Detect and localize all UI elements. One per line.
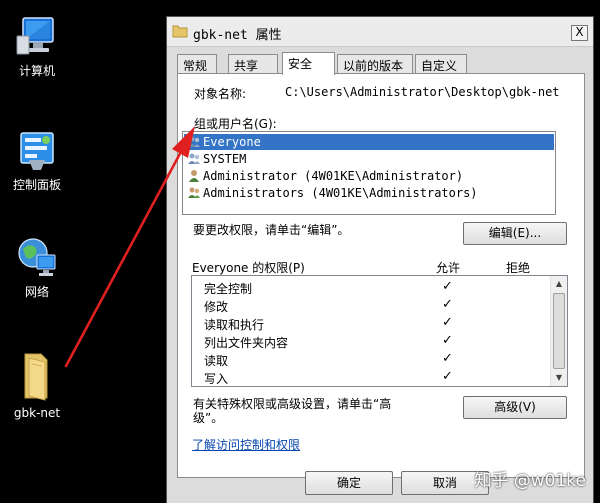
annotation-arrow xyxy=(64,126,195,368)
watermark: 知乎 @w01ke xyxy=(474,471,586,491)
tab-security[interactable]: 安全 xyxy=(282,52,335,75)
tab-label: 安全 xyxy=(288,57,313,71)
